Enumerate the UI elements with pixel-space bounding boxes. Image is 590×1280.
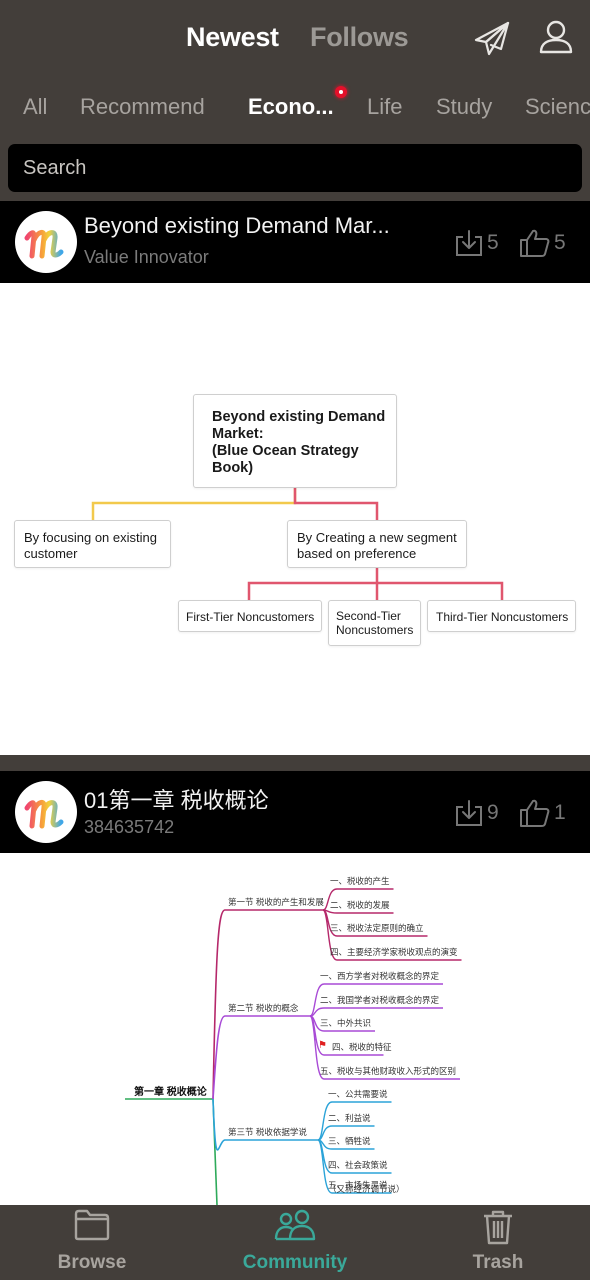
tab-newest[interactable]: Newest	[186, 22, 279, 53]
node-line: Market:	[212, 426, 264, 442]
mindmap-label: 二、利益说	[328, 1113, 371, 1123]
thumbs-up-icon	[520, 799, 550, 827]
folder-icon	[74, 1209, 110, 1246]
app-root: Newest Follows All Recommend Econo... Li…	[0, 0, 590, 1280]
mindmap-label: 四、税收的特征	[332, 1042, 392, 1052]
m-logo-icon	[24, 800, 64, 829]
mindmap-label: 一、公共需要说	[328, 1089, 388, 1099]
node-line: Book)	[212, 460, 254, 476]
node-line: Second-Tier	[336, 609, 401, 623]
category-life[interactable]: Life	[367, 94, 402, 120]
avatar[interactable]	[15, 781, 77, 843]
mindmap-label: 五、税收与其他财政收入形式的区别	[320, 1066, 457, 1076]
connector-line	[377, 581, 504, 600]
connector-line	[322, 909, 394, 914]
search-bar	[8, 144, 582, 192]
mindmap-label: 第一节 税收的产生和发展	[228, 897, 324, 907]
notification-dot	[335, 86, 347, 98]
category-tabs: All Recommend Econo... Life Study Scienc…	[0, 84, 590, 130]
bottom-nav: Browse Community Trash	[0, 1205, 590, 1280]
connector-line	[91, 488, 297, 520]
card-author[interactable]: Value Innovator	[84, 247, 209, 268]
download-icon	[456, 800, 482, 826]
nav-trash-label: Trash	[472, 1252, 524, 1273]
mindmap-label: 三、牺牲说	[328, 1136, 371, 1146]
node-line: Beyond existing Demand	[212, 409, 386, 425]
node-line: By focusing on existing	[24, 530, 157, 545]
mindmap-leaf-node: Second-Tier Noncustomers	[328, 600, 421, 646]
card-author[interactable]: 384635742	[84, 817, 174, 838]
mindmap-leaf-node: Third-Tier Noncustomers	[427, 600, 576, 632]
like-count-value: 5	[554, 231, 566, 254]
mindmap-label: 第二节 税收的概念	[228, 1003, 299, 1013]
node-line: By Creating a new segment	[297, 530, 457, 545]
mindmap-label: 一、税收的产生	[330, 876, 390, 886]
nav-community-label: Community	[242, 1252, 348, 1273]
connector-line	[293, 488, 379, 520]
mindmap-label: 二、我国学者对税收概念的界定	[320, 995, 440, 1005]
node-line: Third-Tier Noncustomers	[436, 610, 569, 624]
user-icon[interactable]	[536, 18, 576, 58]
like-count-value: 1	[554, 801, 566, 824]
node-line: customer	[24, 546, 78, 561]
mindmap-label: 二、税收的发展	[330, 900, 390, 910]
mindmap-branch-node: By focusing on existing customer	[14, 520, 171, 568]
category-study[interactable]: Study	[436, 94, 492, 120]
community-icon	[274, 1209, 316, 1248]
mindmap-label: 一、西方学者对税收概念的界定	[320, 971, 440, 981]
mindmap-label: 四、社会政策说	[328, 1160, 388, 1170]
like-count[interactable]: 5	[519, 228, 566, 258]
card-title[interactable]: Beyond existing Demand Mar...	[84, 213, 390, 239]
category-science[interactable]: Science	[525, 94, 590, 120]
like-count[interactable]: 1	[519, 798, 566, 828]
feed-card-header[interactable]: 01第一章 税收概论 384635742 9 1	[0, 771, 590, 853]
tab-follows[interactable]: Follows	[310, 22, 409, 53]
connector-line	[247, 568, 379, 600]
mindmap-preview[interactable]: 第一章 税收概论 第一节 税收的产生和发展 一、税收的产生 二、税收的发展三、税收法定…	[0, 853, 590, 1205]
avatar[interactable]	[15, 211, 77, 273]
mindmap-label: 四、主要经济学家税收观点的演变	[330, 947, 458, 957]
download-count[interactable]: 5	[454, 228, 499, 258]
thumbs-up-icon	[520, 229, 550, 257]
top-header: Newest Follows	[0, 0, 590, 78]
mindmap-root-node: Beyond existing Demand Market: (Blue Oce…	[193, 394, 397, 488]
search-input[interactable]	[8, 144, 582, 192]
download-count-value: 5	[487, 231, 499, 254]
category-recommend[interactable]: Recommend	[80, 94, 205, 120]
flag-icon: ⚑	[318, 1040, 327, 1051]
node-line: based on preference	[297, 546, 417, 561]
category-economy[interactable]: Econo...	[248, 94, 334, 120]
connector-line	[212, 1098, 318, 1151]
mindmap-label: （又称经济调节说）	[328, 1184, 405, 1194]
card-title[interactable]: 01第一章 税收概论	[84, 783, 269, 815]
download-count[interactable]: 9	[454, 798, 499, 828]
nav-browse-label: Browse	[57, 1252, 127, 1273]
connector-line	[309, 1007, 443, 1017]
category-all[interactable]: All	[23, 94, 47, 120]
mindmap-leaf-node: First-Tier Noncustomers	[178, 600, 322, 632]
nav-community[interactable]: Community	[225, 1205, 365, 1280]
mindmap-label: 第一章 税收概论	[134, 1087, 207, 1098]
feed-card-header[interactable]: Beyond existing Demand Mar... Value Inno…	[0, 201, 590, 283]
download-count-value: 9	[487, 801, 499, 824]
trash-icon	[482, 1209, 514, 1250]
node-line: (Blue Ocean Strategy	[212, 443, 359, 459]
mindmap-label: 第三节 税收依据学说	[228, 1127, 307, 1137]
nav-trash[interactable]: Trash	[428, 1205, 568, 1280]
send-icon[interactable]	[472, 18, 512, 58]
connector-line	[212, 1015, 310, 1100]
mindmap-label: 三、中外共识	[320, 1018, 372, 1028]
m-logo-icon	[24, 230, 64, 259]
mindmap-branch-node: By Creating a new segment based on prefe…	[287, 520, 467, 568]
node-line: Noncustomers	[336, 623, 414, 637]
mindmap-label: 三、税收法定原则的确立	[330, 923, 424, 933]
download-icon	[456, 230, 482, 256]
mindmap-connectors	[91, 488, 504, 600]
nav-browse[interactable]: Browse	[22, 1205, 162, 1280]
node-line: First-Tier Noncustomers	[186, 610, 315, 624]
mindmap-preview[interactable]: Beyond existing Demand Market: (Blue Oce…	[0, 283, 590, 755]
